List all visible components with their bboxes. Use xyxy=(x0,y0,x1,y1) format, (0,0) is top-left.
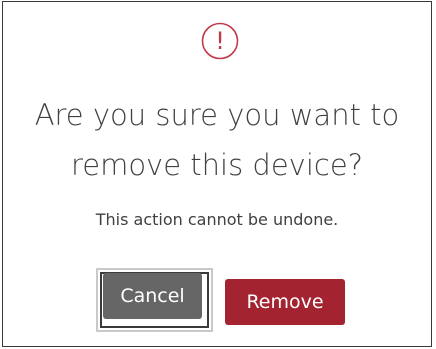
dialog-actions: Cancel Remove xyxy=(3,268,431,332)
exclamation-circle-icon: ! xyxy=(201,22,239,60)
cancel-focus-ring: Cancel xyxy=(96,268,213,332)
remove-button[interactable]: Remove xyxy=(225,279,345,325)
dialog-message: This action cannot be undone. xyxy=(95,210,339,229)
dialog-title-line-1: Are you sure you want to xyxy=(34,98,400,132)
confirm-remove-dialog: ! Are you sure you want to remove this d… xyxy=(2,1,432,347)
dialog-title-line-2: remove this device? xyxy=(70,148,364,182)
dialog-title: Are you sure you want to remove this dev… xyxy=(3,90,431,190)
svg-text:!: ! xyxy=(215,27,225,55)
cancel-button[interactable]: Cancel xyxy=(103,273,202,319)
